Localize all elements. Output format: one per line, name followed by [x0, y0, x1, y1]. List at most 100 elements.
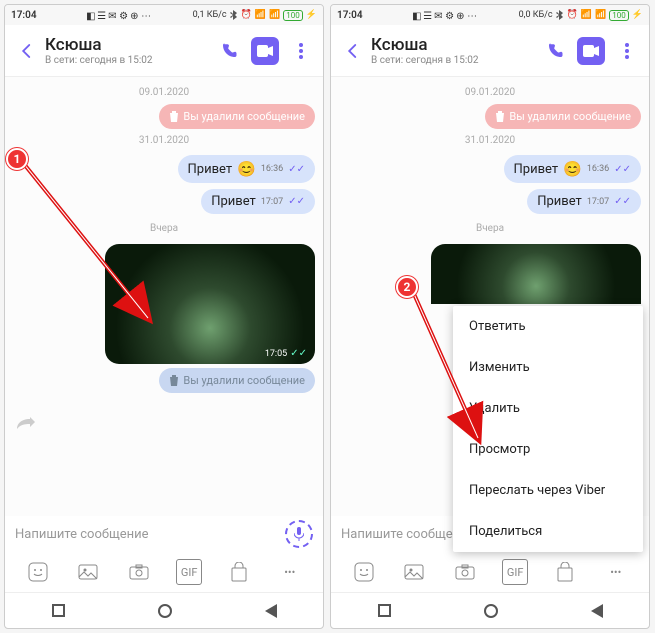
- sticker-icon[interactable]: [351, 559, 377, 585]
- menu-share[interactable]: Поделиться: [453, 511, 643, 552]
- camera-icon[interactable]: [452, 559, 478, 585]
- trash-icon: [495, 111, 505, 122]
- message-time: 17:07: [261, 197, 283, 207]
- wifi-icon: 📶: [269, 10, 280, 20]
- gif-icon[interactable]: GIF: [502, 559, 528, 585]
- message-text: Привет: [211, 194, 256, 209]
- image-message[interactable]: [431, 244, 641, 304]
- status-bar: 17:04 ◧☰✉⚙⊕⋯ 0,0 КБ/с ⏰ 📶 📶 100 ⚡: [331, 5, 649, 25]
- status-notif-icons: ◧☰✉⚙⊕⋯: [86, 11, 149, 19]
- camera-icon[interactable]: [126, 559, 152, 585]
- shop-icon[interactable]: [226, 559, 252, 585]
- chat-header: Ксюша В сети: сегодня в 15:02: [331, 25, 649, 77]
- attachment-row: GIF •••: [5, 552, 323, 592]
- contact-status: В сети: сегодня в 15:02: [45, 55, 215, 66]
- gallery-icon[interactable]: [75, 559, 101, 585]
- shop-icon[interactable]: [552, 559, 578, 585]
- battery-indicator: 100: [283, 10, 303, 21]
- contact-name: Ксюша: [45, 35, 215, 55]
- alarm-icon: ⏰: [241, 10, 252, 20]
- date-separator: 31.01.2020: [13, 135, 315, 146]
- message-input[interactable]: Напишите сообщение: [15, 527, 277, 542]
- status-right: 0,1 КБ/с ⏰ 📶 📶 100 ⚡: [193, 10, 317, 21]
- deleted-message: Вы удалили сообщение: [159, 368, 315, 393]
- more-icon[interactable]: [613, 37, 641, 65]
- forward-arrow-icon[interactable]: [17, 417, 35, 434]
- trash-icon: [169, 375, 179, 386]
- message-text: Привет: [537, 194, 582, 209]
- read-ticks-icon: ✓✓: [288, 196, 305, 207]
- date-separator: Вчера: [339, 223, 641, 234]
- message-bubble[interactable]: Привет 😊 16:36 ✓✓: [178, 155, 315, 183]
- message-input-bar[interactable]: Напишите сообщение: [5, 516, 323, 552]
- menu-view[interactable]: Просмотр: [453, 429, 643, 470]
- attachment-row: GIF •••: [331, 552, 649, 592]
- nav-home-icon[interactable]: [158, 604, 172, 618]
- nav-recent-icon[interactable]: [378, 604, 391, 617]
- back-icon[interactable]: [339, 37, 367, 65]
- read-ticks-icon: ✓✓: [290, 348, 307, 359]
- chat-header: Ксюша В сети: сегодня в 15:02: [5, 25, 323, 77]
- android-navbar: [331, 592, 649, 628]
- message-time: 17:07: [587, 197, 609, 207]
- phone-screenshot-2: 17:04 ◧☰✉⚙⊕⋯ 0,0 КБ/с ⏰ 📶 📶 100 ⚡ Ксюша …: [330, 4, 650, 629]
- image-message[interactable]: 17:05 ✓✓: [105, 244, 315, 364]
- emoji-smile: 😊: [237, 160, 256, 178]
- more-attachments-icon[interactable]: •••: [277, 559, 303, 585]
- more-icon[interactable]: [287, 37, 315, 65]
- chat-title-block[interactable]: Ксюша В сети: сегодня в 15:02: [371, 35, 541, 66]
- sim-icon: 📶: [581, 10, 592, 20]
- message-time: 16:36: [261, 164, 283, 174]
- gif-icon[interactable]: GIF: [176, 559, 202, 585]
- nav-home-icon[interactable]: [484, 604, 498, 618]
- deleted-message: Вы удалили сообщение: [159, 104, 315, 129]
- read-ticks-icon: ✓✓: [288, 164, 305, 175]
- messages-area[interactable]: 09.01.2020 Вы удалили сообщение 31.01.20…: [5, 77, 323, 516]
- date-separator: 31.01.2020: [339, 135, 641, 146]
- message-text: Привет: [188, 162, 233, 177]
- message-text: Привет: [514, 162, 559, 177]
- date-separator: 09.01.2020: [13, 87, 315, 98]
- nav-back-icon[interactable]: [591, 604, 603, 618]
- read-ticks-icon: ✓✓: [614, 164, 631, 175]
- menu-forward[interactable]: Переслать через Viber: [453, 470, 643, 511]
- microphone-icon[interactable]: [285, 520, 313, 548]
- step-badge-1: 1: [6, 148, 28, 170]
- call-icon[interactable]: [215, 37, 243, 65]
- menu-edit[interactable]: Изменить: [453, 347, 643, 388]
- message-bubble[interactable]: Привет 17:07 ✓✓: [201, 189, 315, 214]
- video-call-icon[interactable]: [251, 37, 279, 65]
- message-bubble[interactable]: Привет 17:07 ✓✓: [527, 189, 641, 214]
- nav-recent-icon[interactable]: [52, 604, 65, 617]
- net-speed: 0,0 КБ/с: [519, 10, 553, 20]
- status-right: 0,0 КБ/с ⏰ 📶 📶 100 ⚡: [519, 10, 643, 21]
- net-speed: 0,1 КБ/с: [193, 10, 227, 20]
- android-navbar: [5, 592, 323, 628]
- image-time: 17:05: [265, 349, 287, 359]
- back-icon[interactable]: [13, 37, 41, 65]
- chat-title-block[interactable]: Ксюша В сети: сегодня в 15:02: [45, 35, 215, 66]
- call-icon[interactable]: [541, 37, 569, 65]
- battery-indicator: 100: [609, 10, 629, 21]
- nav-back-icon[interactable]: [265, 604, 277, 618]
- sim-icon: 📶: [255, 10, 266, 20]
- status-time: 17:04: [337, 10, 363, 21]
- trash-icon: [169, 111, 179, 122]
- deleted-message: Вы удалили сообщение: [485, 104, 641, 129]
- emoji-smile: 😊: [563, 160, 582, 178]
- gallery-icon[interactable]: [401, 559, 427, 585]
- contact-name: Ксюша: [371, 35, 541, 55]
- menu-reply[interactable]: Ответить: [453, 306, 643, 347]
- contact-status: В сети: сегодня в 15:02: [371, 55, 541, 66]
- read-ticks-icon: ✓✓: [614, 196, 631, 207]
- more-attachments-icon[interactable]: •••: [603, 559, 629, 585]
- menu-delete[interactable]: Удалить: [453, 388, 643, 429]
- bluetooth-icon: [556, 10, 564, 20]
- video-call-icon[interactable]: [577, 37, 605, 65]
- sticker-icon[interactable]: [25, 559, 51, 585]
- message-bubble[interactable]: Привет 😊 16:36 ✓✓: [504, 155, 641, 183]
- charging-icon: ⚡: [632, 10, 643, 20]
- date-separator: 09.01.2020: [339, 87, 641, 98]
- status-notif-icons: ◧☰✉⚙⊕⋯: [412, 11, 475, 19]
- status-time: 17:04: [11, 10, 37, 21]
